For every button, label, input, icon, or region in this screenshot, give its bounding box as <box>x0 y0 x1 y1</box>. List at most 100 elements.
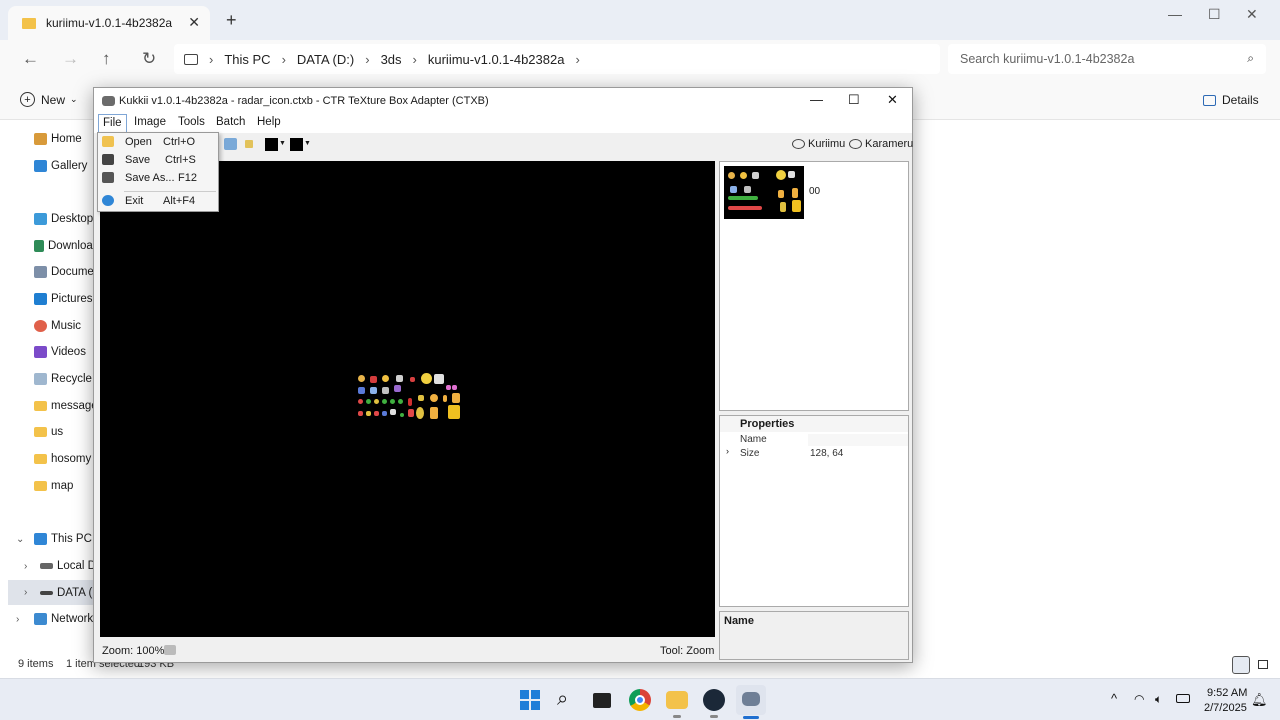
sidebar-item-desktop[interactable]: Desktop <box>34 213 96 225</box>
menu-item-exit[interactable]: Exit Alt+F4 <box>98 192 218 210</box>
menu-item-shortcut: Ctrl+S <box>165 154 196 166</box>
texture-thumbnail[interactable] <box>724 166 804 219</box>
sidebar-item-local-disk[interactable]: Local Disk (C:) <box>40 560 96 572</box>
file-menu-dropdown: Open Ctrl+O Save Ctrl+S Save As... F12 E… <box>97 132 219 212</box>
sidebar-item-home[interactable]: Home <box>34 133 96 145</box>
menu-help[interactable]: Help <box>253 116 285 128</box>
sidebar-item-map[interactable]: map <box>34 480 96 492</box>
up-button[interactable]: ↑ <box>102 49 111 69</box>
sidebar-item-gallery[interactable]: Gallery <box>34 160 96 172</box>
search-icon[interactable]: ⌕ <box>557 689 579 711</box>
kuriimu-link[interactable]: Kuriimu <box>792 138 845 150</box>
karameru-link[interactable]: Karameru <box>849 138 913 150</box>
back-button[interactable]: ← <box>22 49 39 69</box>
forward-button[interactable]: → <box>62 49 79 69</box>
clock-time[interactable]: 9:52 AM <box>1207 687 1247 699</box>
details-view-icon[interactable] <box>1232 656 1250 674</box>
wifi-icon[interactable]: ◠ <box>1134 692 1144 706</box>
address-row: ← → ↑ ↻ › This PC › DATA (D:) › 3ds › ku… <box>0 40 1280 80</box>
menu-item-shortcut: Ctrl+O <box>163 136 196 148</box>
battery-icon[interactable] <box>1176 694 1190 703</box>
chevron-up-icon[interactable]: ^ <box>1111 691 1117 706</box>
kukkii-maximize-button[interactable]: ☐ <box>848 92 860 108</box>
notification-icon[interactable]: 🔔︎ <box>1251 692 1268 708</box>
name-pane-title: Name <box>724 615 754 627</box>
search-input[interactable]: Search kuriimu-v1.0.1-4b2382a ⌕ <box>948 44 1266 74</box>
sidebar-item-us[interactable]: us <box>34 426 96 438</box>
sprite <box>434 374 444 384</box>
plus-icon: + <box>20 92 35 107</box>
property-row-size[interactable]: Size 128, 64 <box>740 447 908 461</box>
steam-icon[interactable] <box>703 689 725 711</box>
sidebar-item-documents[interactable]: Documents <box>34 266 96 278</box>
batch-export-icon[interactable] <box>224 138 237 150</box>
maximize-button[interactable]: ☐ <box>1208 6 1221 23</box>
property-value <box>808 434 908 446</box>
kukkii-app-icon <box>102 96 115 106</box>
property-value: 128, 64 <box>810 448 844 459</box>
clock-date[interactable]: 2/7/2025 <box>1204 702 1247 714</box>
kukkii-close-button[interactable]: ✕ <box>887 92 898 108</box>
kukkii-minimize-button[interactable]: — <box>810 92 823 107</box>
menu-file[interactable]: File <box>98 114 127 133</box>
primary-color-swatch[interactable] <box>265 138 278 151</box>
address-bar[interactable]: › This PC › DATA (D:) › 3ds › kuriimu-v1… <box>174 44 940 74</box>
sprite <box>421 373 432 384</box>
property-row-name[interactable]: Name <box>740 433 908 447</box>
close-tab-icon[interactable]: ✕ <box>188 14 200 31</box>
menu-item-shortcut: Alt+F4 <box>163 195 196 207</box>
tiles-view-icon[interactable] <box>1254 656 1272 674</box>
breadcrumb-data-drive[interactable]: DATA (D:) <box>297 52 354 67</box>
sidebar-item-hosomy[interactable]: hosomy <box>34 453 96 465</box>
task-view-icon[interactable] <box>593 693 611 708</box>
sidebar-item-videos[interactable]: Videos <box>34 346 96 358</box>
close-button[interactable]: ✕ <box>1246 6 1258 23</box>
sidebar-item-recycle-bin[interactable]: Recycle Bin <box>34 373 96 385</box>
breadcrumb-kuriimu[interactable]: kuriimu-v1.0.1-4b2382a <box>428 52 565 67</box>
kukkii-taskbar-button[interactable] <box>736 685 766 715</box>
minimize-button[interactable]: — <box>1168 6 1182 22</box>
file-explorer-icon[interactable] <box>666 691 688 709</box>
chevron-right-icon[interactable]: › <box>726 446 729 456</box>
sidebar-item-music[interactable]: Music <box>34 320 96 332</box>
sidebar-item-this-pc[interactable]: This PC <box>34 533 96 545</box>
sidebar-item-label: Network <box>51 613 94 625</box>
sidebar-item-data-drive[interactable]: DATA (D:) <box>40 587 96 599</box>
new-tab-button[interactable]: + <box>226 10 237 31</box>
import-icon[interactable] <box>245 140 253 148</box>
menu-tools[interactable]: Tools <box>174 116 209 128</box>
sidebar-item-pictures[interactable]: Pictures <box>34 293 96 305</box>
sprite <box>390 409 396 415</box>
breadcrumb-this-pc[interactable]: This PC <box>224 52 270 67</box>
sidebar-item-message[interactable]: message <box>34 400 96 412</box>
menu-item-save[interactable]: Save Ctrl+S <box>98 151 218 169</box>
chrome-icon[interactable] <box>629 689 651 711</box>
pictures-icon <box>34 293 47 305</box>
start-icon[interactable] <box>519 689 541 711</box>
current-tool: Tool: Zoom <box>660 645 715 657</box>
refresh-button[interactable]: ↻ <box>142 49 156 69</box>
details-button[interactable]: Details <box>1203 93 1259 107</box>
chevron-right-icon[interactable]: › <box>24 587 27 598</box>
chevron-right-icon[interactable]: › <box>16 614 19 625</box>
chevron-down-icon[interactable]: ▼ <box>279 140 286 147</box>
tab-current-folder[interactable]: kuriimu-v1.0.1-4b2382a ✕ <box>8 6 210 40</box>
secondary-color-swatch[interactable] <box>290 138 303 151</box>
zoom-icon[interactable] <box>164 645 176 655</box>
chevron-down-icon[interactable]: ▼ <box>304 140 311 147</box>
sidebar-item-downloads[interactable]: Downloads <box>34 240 96 252</box>
menu-batch[interactable]: Batch <box>212 116 249 128</box>
volume-icon[interactable]: 🔈︎ <box>1155 692 1162 707</box>
breadcrumb-3ds[interactable]: 3ds <box>381 52 402 67</box>
menu-image[interactable]: Image <box>130 116 170 128</box>
chevron-right-icon[interactable]: › <box>24 561 27 572</box>
menu-item-open[interactable]: Open Ctrl+O <box>98 133 218 151</box>
new-button[interactable]: + New ⌄ <box>20 92 78 107</box>
chevron-down-icon[interactable]: ⌄ <box>16 534 24 545</box>
sprite <box>780 202 786 212</box>
menu-item-save-as[interactable]: Save As... F12 <box>98 169 218 187</box>
sidebar-item-network[interactable]: Network <box>34 613 96 625</box>
sidebar-item-label: Pictures <box>51 293 93 305</box>
texture-preview <box>356 373 464 427</box>
image-canvas[interactable] <box>100 161 715 637</box>
